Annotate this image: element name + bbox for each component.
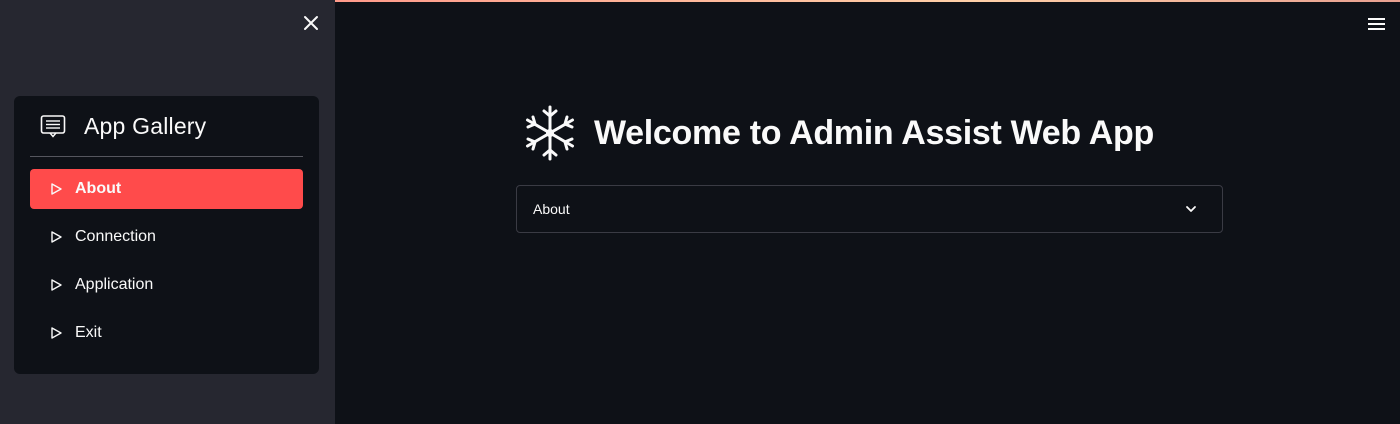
sidebar-item-connection[interactable]: Connection (30, 217, 303, 257)
card-list-icon (40, 114, 66, 138)
triangle-right-icon (49, 278, 63, 292)
sidebar: App Gallery About Connection Application (0, 0, 335, 424)
chevron-down-icon (1184, 202, 1198, 216)
about-expander[interactable]: About (516, 185, 1223, 233)
sidebar-item-label: Application (75, 276, 154, 293)
triangle-right-icon (49, 326, 63, 340)
option-menu: App Gallery About Connection Application (14, 96, 319, 374)
menu-title: App Gallery (84, 112, 207, 139)
sidebar-item-about[interactable]: About (30, 169, 303, 209)
main-menu-button[interactable] (1368, 16, 1388, 34)
welcome-heading: Welcome to Admin Assist Web App (594, 113, 1154, 152)
top-decoration-bar (335, 0, 1400, 2)
hamburger-icon (1368, 18, 1385, 20)
sidebar-item-exit[interactable]: Exit (30, 313, 303, 353)
triangle-right-icon (49, 230, 63, 244)
sidebar-item-application[interactable]: Application (30, 265, 303, 305)
expander-label: About (533, 201, 570, 217)
close-sidebar-button[interactable] (300, 12, 322, 34)
sidebar-item-label: Connection (75, 228, 156, 245)
close-icon (304, 16, 318, 30)
sidebar-item-label: Exit (75, 324, 102, 341)
triangle-right-icon (49, 182, 63, 196)
menu-header: App Gallery (30, 96, 303, 157)
sidebar-item-label: About (75, 180, 122, 197)
app-root: App Gallery About Connection Application (0, 0, 1400, 424)
snowflake-icon (522, 103, 578, 163)
page-title: Welcome to Admin Assist Web App (522, 103, 1154, 163)
